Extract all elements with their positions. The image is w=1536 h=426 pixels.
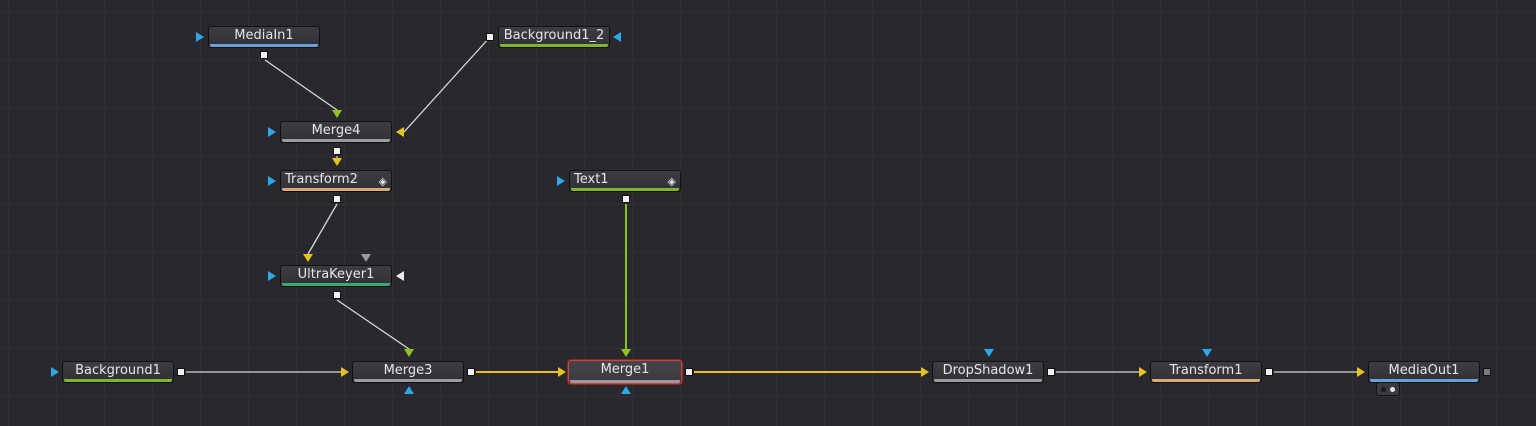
input-port-ultrakeyer1-solid-matte[interactable] <box>396 271 404 281</box>
node-color-bar <box>282 283 390 286</box>
node-label: Merge3 <box>383 363 433 378</box>
node-merge3[interactable]: Merge3 <box>352 361 464 383</box>
input-port-transform1-effect-mask[interactable] <box>1202 349 1212 357</box>
node-background1[interactable]: Background1 <box>62 361 174 383</box>
input-port-ultrakeyer1-garbage-matte[interactable] <box>361 254 371 262</box>
input-port-merge3-background[interactable] <box>341 367 349 377</box>
node-color-bar <box>210 44 318 47</box>
node-label: Merge1 <box>600 362 650 377</box>
input-port-merge3-effect-mask[interactable] <box>404 386 414 394</box>
node-editor-canvas[interactable]: MediaIn1 Background1_2 Merge4 Transform2… <box>0 0 1536 426</box>
output-port-text1[interactable] <box>622 195 630 203</box>
output-port-merge4[interactable] <box>333 147 341 155</box>
output-port-ultrakeyer1[interactable] <box>333 291 341 299</box>
node-color-bar <box>1152 379 1260 382</box>
input-port-merge4-background[interactable] <box>332 110 342 118</box>
node-label: DropShadow1 <box>942 363 1034 378</box>
node-label: Background1_2 <box>503 28 605 43</box>
output-port-mediain1[interactable] <box>260 51 268 59</box>
node-color-bar <box>571 188 679 191</box>
viewer-dot-left-icon <box>1381 387 1386 392</box>
node-merge1[interactable]: Merge1 <box>568 360 682 384</box>
input-port-merge3-foreground[interactable] <box>404 349 414 357</box>
node-text1[interactable]: Text1 ◈ <box>569 170 681 192</box>
node-label: Background1 <box>75 363 161 378</box>
node-color-bar <box>570 380 680 383</box>
viewer-dot-right-icon <box>1390 387 1395 392</box>
output-port-transform1[interactable] <box>1265 368 1273 376</box>
input-port-background1-effect-mask[interactable] <box>51 367 59 377</box>
node-color-bar <box>282 188 390 191</box>
output-port-transform2[interactable] <box>333 195 341 203</box>
input-port-dropshadow1-effect-mask[interactable] <box>984 349 994 357</box>
node-ultrakeyer1[interactable]: UltraKeyer1 <box>280 265 392 287</box>
node-label: Transform2 <box>285 172 358 187</box>
output-port-background1[interactable] <box>177 368 185 376</box>
input-port-mediaout1[interactable] <box>1357 367 1365 377</box>
node-transform1[interactable]: Transform1 <box>1150 361 1262 383</box>
connection-transform2-to-ultrakeyer1[interactable] <box>307 203 338 255</box>
output-port-mediaout1[interactable] <box>1483 368 1491 376</box>
output-port-merge3[interactable] <box>467 368 475 376</box>
output-port-merge1[interactable] <box>685 368 693 376</box>
node-mediain1[interactable]: MediaIn1 <box>208 26 320 48</box>
node-color-bar <box>354 379 462 382</box>
node-label: Transform1 <box>1169 363 1243 378</box>
node-color-bar <box>934 379 1042 382</box>
input-port-ultrakeyer1-background[interactable] <box>303 254 313 262</box>
node-label: UltraKeyer1 <box>297 267 375 282</box>
input-port-merge1-background[interactable] <box>558 367 566 377</box>
node-label: Merge4 <box>311 123 361 138</box>
node-color-bar <box>500 44 608 47</box>
connection-ultrakeyer1-to-merge3[interactable] <box>336 299 410 350</box>
connection-background1_2-to-merge4[interactable] <box>403 36 491 133</box>
input-port-dropshadow1[interactable] <box>921 367 929 377</box>
node-dropshadow1[interactable]: DropShadow1 <box>932 361 1044 383</box>
node-transform2[interactable]: Transform2 ◈ <box>280 170 392 192</box>
input-port-merge1-foreground[interactable] <box>621 349 631 357</box>
input-port-merge1-effect-mask[interactable] <box>621 386 631 394</box>
output-port-background1-2[interactable] <box>486 33 494 41</box>
input-port-transform2-effect-mask[interactable] <box>268 176 276 186</box>
input-port-transform2[interactable] <box>332 158 342 166</box>
node-background1-2[interactable]: Background1_2 <box>498 26 610 48</box>
node-merge4[interactable]: Merge4 <box>280 121 392 143</box>
input-port-merge4-effect-mask[interactable] <box>268 127 276 137</box>
output-port-dropshadow1[interactable] <box>1047 368 1055 376</box>
input-port-transform1[interactable] <box>1139 367 1147 377</box>
node-label: Text1 <box>574 172 609 187</box>
node-mediaout1[interactable]: MediaOut1 <box>1368 361 1480 383</box>
connection-mediain1-to-merge4[interactable] <box>264 59 338 111</box>
input-port-background1-2[interactable] <box>613 32 621 42</box>
input-port-merge4-foreground[interactable] <box>396 127 404 137</box>
viewer-indicator[interactable] <box>1376 382 1400 396</box>
node-color-bar <box>64 379 172 382</box>
input-port-text1-effect-mask[interactable] <box>557 176 565 186</box>
connection-lines <box>186 36 1357 373</box>
input-port-ultrakeyer1-effect-mask[interactable] <box>268 271 276 281</box>
node-label: MediaIn1 <box>234 28 294 43</box>
node-color-bar <box>282 139 390 142</box>
node-label: MediaOut1 <box>1388 363 1460 378</box>
input-port-mediain1[interactable] <box>196 32 204 42</box>
